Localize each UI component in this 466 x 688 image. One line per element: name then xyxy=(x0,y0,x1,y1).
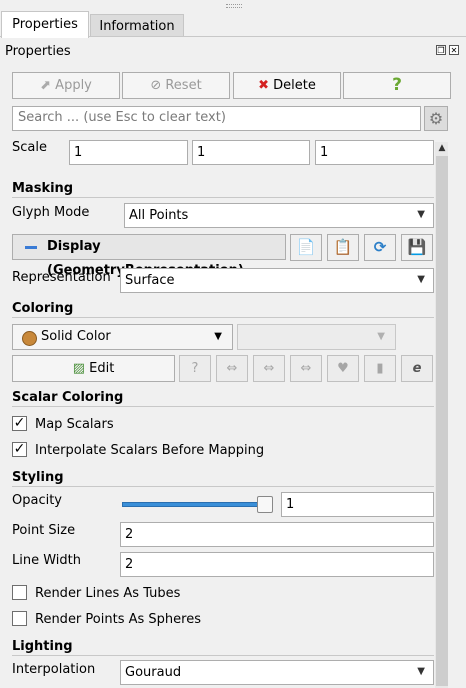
chevron-down-icon: ▼ xyxy=(214,331,222,342)
representation-select[interactable]: Surface ▼ xyxy=(120,268,434,293)
search-input[interactable]: Search ... (use Esc to clear text) xyxy=(12,106,421,131)
help-icon: ? xyxy=(392,75,402,95)
display-section-toggle[interactable]: Display (GeometryRepresentation) xyxy=(12,234,286,278)
line-width-label: Line Width xyxy=(12,553,81,568)
advanced-color-icon[interactable]: e xyxy=(401,355,433,382)
rescale-temporal-icon[interactable]: ⇔ xyxy=(290,355,322,382)
reload-icon[interactable]: ⟳ xyxy=(364,234,396,261)
point-size-field[interactable]: 2 xyxy=(120,522,434,547)
delete-button[interactable]: ✖ Delete xyxy=(233,72,341,99)
chevron-down-icon: ▼ xyxy=(377,331,385,342)
rescale-range-icon[interactable]: ⇔ xyxy=(216,355,248,382)
rescale-custom-range-icon[interactable]: ⇔ xyxy=(253,355,285,382)
apply-label: Apply xyxy=(55,78,92,93)
scroll-up-icon[interactable]: ▲ xyxy=(436,142,448,154)
coloring-header: Coloring xyxy=(12,301,74,316)
tab-properties[interactable]: Properties xyxy=(1,11,89,38)
reset-label: Reset xyxy=(165,78,202,93)
render-lines-tubes-label: Render Lines As Tubes xyxy=(35,586,181,601)
scrollbar-thumb[interactable] xyxy=(436,156,448,686)
lighting-header: Lighting xyxy=(12,639,73,654)
scale-label: Scale xyxy=(12,140,47,155)
masking-header: Masking xyxy=(12,181,74,196)
gear-icon[interactable]: ⚙ xyxy=(424,106,448,131)
solid-color-icon xyxy=(22,331,37,346)
edit-label: Edit xyxy=(89,361,115,376)
scalar-coloring-header: Scalar Coloring xyxy=(12,390,124,405)
lighting-divider xyxy=(12,655,434,656)
tab-information[interactable]: Information xyxy=(90,14,184,37)
glyph-mode-label: Glyph Mode xyxy=(12,205,90,220)
interpolate-scalars-checkbox[interactable]: ✓ xyxy=(12,442,27,457)
help-button[interactable]: ? xyxy=(343,72,451,99)
collapse-icon xyxy=(25,246,37,249)
color-component-select[interactable]: ▼ xyxy=(237,324,396,350)
interpolate-scalars-label: Interpolate Scalars Before Mapping xyxy=(35,443,265,458)
reset-icon: ⊘ xyxy=(150,78,162,93)
map-scalars-label: Map Scalars xyxy=(35,417,114,432)
point-size-label: Point Size xyxy=(12,523,76,538)
render-points-spheres-checkbox[interactable] xyxy=(12,611,27,626)
float-icon[interactable]: ❐ xyxy=(436,45,446,55)
styling-header: Styling xyxy=(12,470,64,485)
chevron-down-icon: ▼ xyxy=(417,666,425,677)
interpolation-value: Gouraud xyxy=(125,665,182,680)
reset-button[interactable]: ⊘ Reset xyxy=(122,72,230,99)
delete-icon: ✖ xyxy=(258,78,270,93)
delete-label: Delete xyxy=(273,78,316,93)
color-map-icon: ▨ xyxy=(72,361,85,376)
rescale-visible-icon[interactable]: ♥ xyxy=(327,355,359,382)
coloring-mode-value: Solid Color xyxy=(41,329,111,344)
dock-grip[interactable] xyxy=(226,4,242,8)
rescale-custom-icon[interactable]: ? xyxy=(179,355,211,382)
chevron-down-icon: ▼ xyxy=(417,209,425,220)
coloring-mode-select[interactable]: Solid Color ▼ xyxy=(12,324,233,350)
save-icon[interactable]: 💾 xyxy=(401,234,433,261)
scalar-bar-icon[interactable]: ▮ xyxy=(364,355,396,382)
copy-icon[interactable]: 📄 xyxy=(290,234,322,261)
styling-divider xyxy=(12,486,434,487)
render-lines-tubes-checkbox[interactable] xyxy=(12,585,27,600)
paste-icon[interactable]: 📋 xyxy=(327,234,359,261)
edit-color-button[interactable]: ▨ Edit xyxy=(12,355,175,382)
apply-button[interactable]: ⬈ Apply xyxy=(12,72,120,99)
opacity-slider-handle[interactable] xyxy=(257,496,273,513)
scalar-coloring-divider xyxy=(12,406,434,407)
glyph-mode-value: All Points xyxy=(129,208,189,223)
scale-z-field[interactable]: 1 xyxy=(315,140,434,165)
representation-value: Surface xyxy=(125,273,175,288)
opacity-label: Opacity xyxy=(12,493,63,508)
interpolation-label: Interpolation xyxy=(12,662,96,677)
apply-icon: ⬈ xyxy=(40,78,52,93)
close-icon[interactable]: ✕ xyxy=(449,45,459,55)
line-width-field[interactable]: 2 xyxy=(120,552,434,577)
masking-divider xyxy=(12,197,434,198)
representation-label: Representation xyxy=(12,270,111,285)
panel-title: Properties xyxy=(5,44,71,59)
scale-y-field[interactable]: 1 xyxy=(192,140,310,165)
opacity-field[interactable]: 1 xyxy=(281,492,434,517)
map-scalars-checkbox[interactable]: ✓ xyxy=(12,416,27,431)
interpolation-select[interactable]: Gouraud ▼ xyxy=(120,660,434,685)
scale-x-field[interactable]: 1 xyxy=(69,140,188,165)
glyph-mode-select[interactable]: All Points ▼ xyxy=(124,203,434,228)
opacity-slider-track[interactable] xyxy=(122,502,270,507)
coloring-divider xyxy=(12,317,434,318)
chevron-down-icon: ▼ xyxy=(417,274,425,285)
render-points-spheres-label: Render Points As Spheres xyxy=(35,612,201,627)
